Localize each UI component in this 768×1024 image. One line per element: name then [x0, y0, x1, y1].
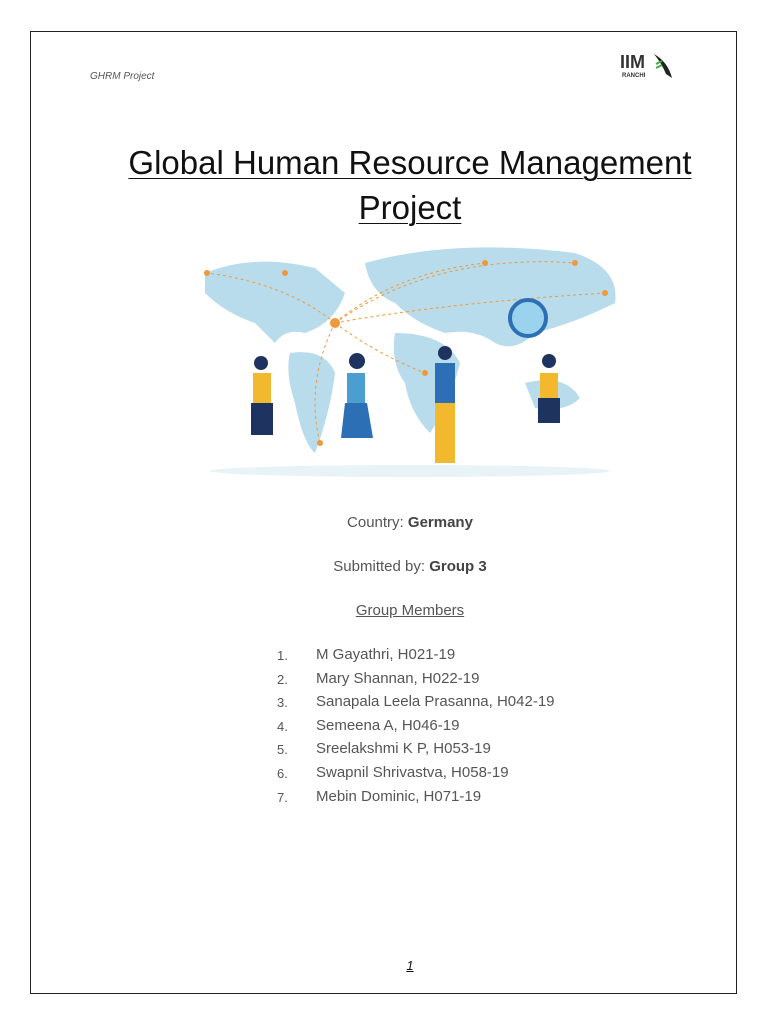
member-text: Sanapala Leela Prasanna, H042-19 — [316, 693, 555, 711]
member-text: Sreelakshmi K P, H053-19 — [316, 740, 491, 758]
title-line-2: Project — [358, 189, 462, 226]
member-text: M Gayathri, H021-19 — [316, 646, 456, 663]
title-line-1: Global Human Resource Management — [128, 144, 692, 181]
member-text: Semeena A, H046-19 — [316, 716, 460, 734]
submitted-value: Group 3 — [429, 558, 487, 575]
list-item: 1. M Gayathri, H021-19 — [277, 646, 555, 670]
list-number: 2. — [277, 671, 288, 687]
list-item: 4. Semeena A, H046-19 — [277, 717, 555, 741]
iim-ranchi-logo: IIM RANCHI — [620, 52, 672, 79]
submitted-label: Submitted by: — [333, 558, 426, 575]
list-number: 5. — [277, 742, 288, 758]
world-map-illustration — [204, 247, 616, 477]
member-text: Mary Shannan, H022-19 — [316, 669, 480, 687]
list-item: 7. Mebin Dominic, H071-19 — [277, 788, 555, 812]
submitted-line: Submitted by: Group 3 — [200, 558, 620, 575]
country-value: Germany — [407, 514, 473, 531]
page-title: Global Human Resource Management Project — [100, 140, 720, 230]
list-number: 1. — [277, 648, 288, 663]
list-number: 3. — [277, 695, 288, 711]
list-number: 7. — [277, 789, 288, 805]
members-list: 1. M Gayathri, H021-19 2. Mary Shannan, H0… — [277, 646, 555, 811]
list-item: 2. Mary Shannan, H022-19 — [277, 670, 555, 694]
country-label: Country: — [347, 514, 404, 531]
member-text: Mebin Dominic, H071-19 — [316, 787, 482, 805]
svg-text:RANCHI: RANCHI — [622, 73, 646, 79]
list-number: 4. — [277, 718, 288, 734]
members-heading-text: Group Members — [355, 602, 465, 619]
list-number: 6. — [277, 765, 288, 781]
page-number: 1 — [406, 958, 414, 973]
list-item: 6. Swapnil Shrivastva, H058-19 — [277, 764, 555, 788]
members-heading: Group Members — [200, 602, 620, 619]
header-text: GHRM Project — [90, 71, 155, 82]
list-item: 3. Sanapala Leela Prasanna, H042-19 — [277, 693, 555, 717]
country-line: Country: Germany — [200, 514, 620, 531]
svg-text:IIM: IIM — [620, 52, 645, 72]
list-item: 5. Sreelakshmi K P, H053-19 — [277, 740, 555, 764]
member-text: Swapnil Shrivastva, H058-19 — [316, 763, 509, 781]
